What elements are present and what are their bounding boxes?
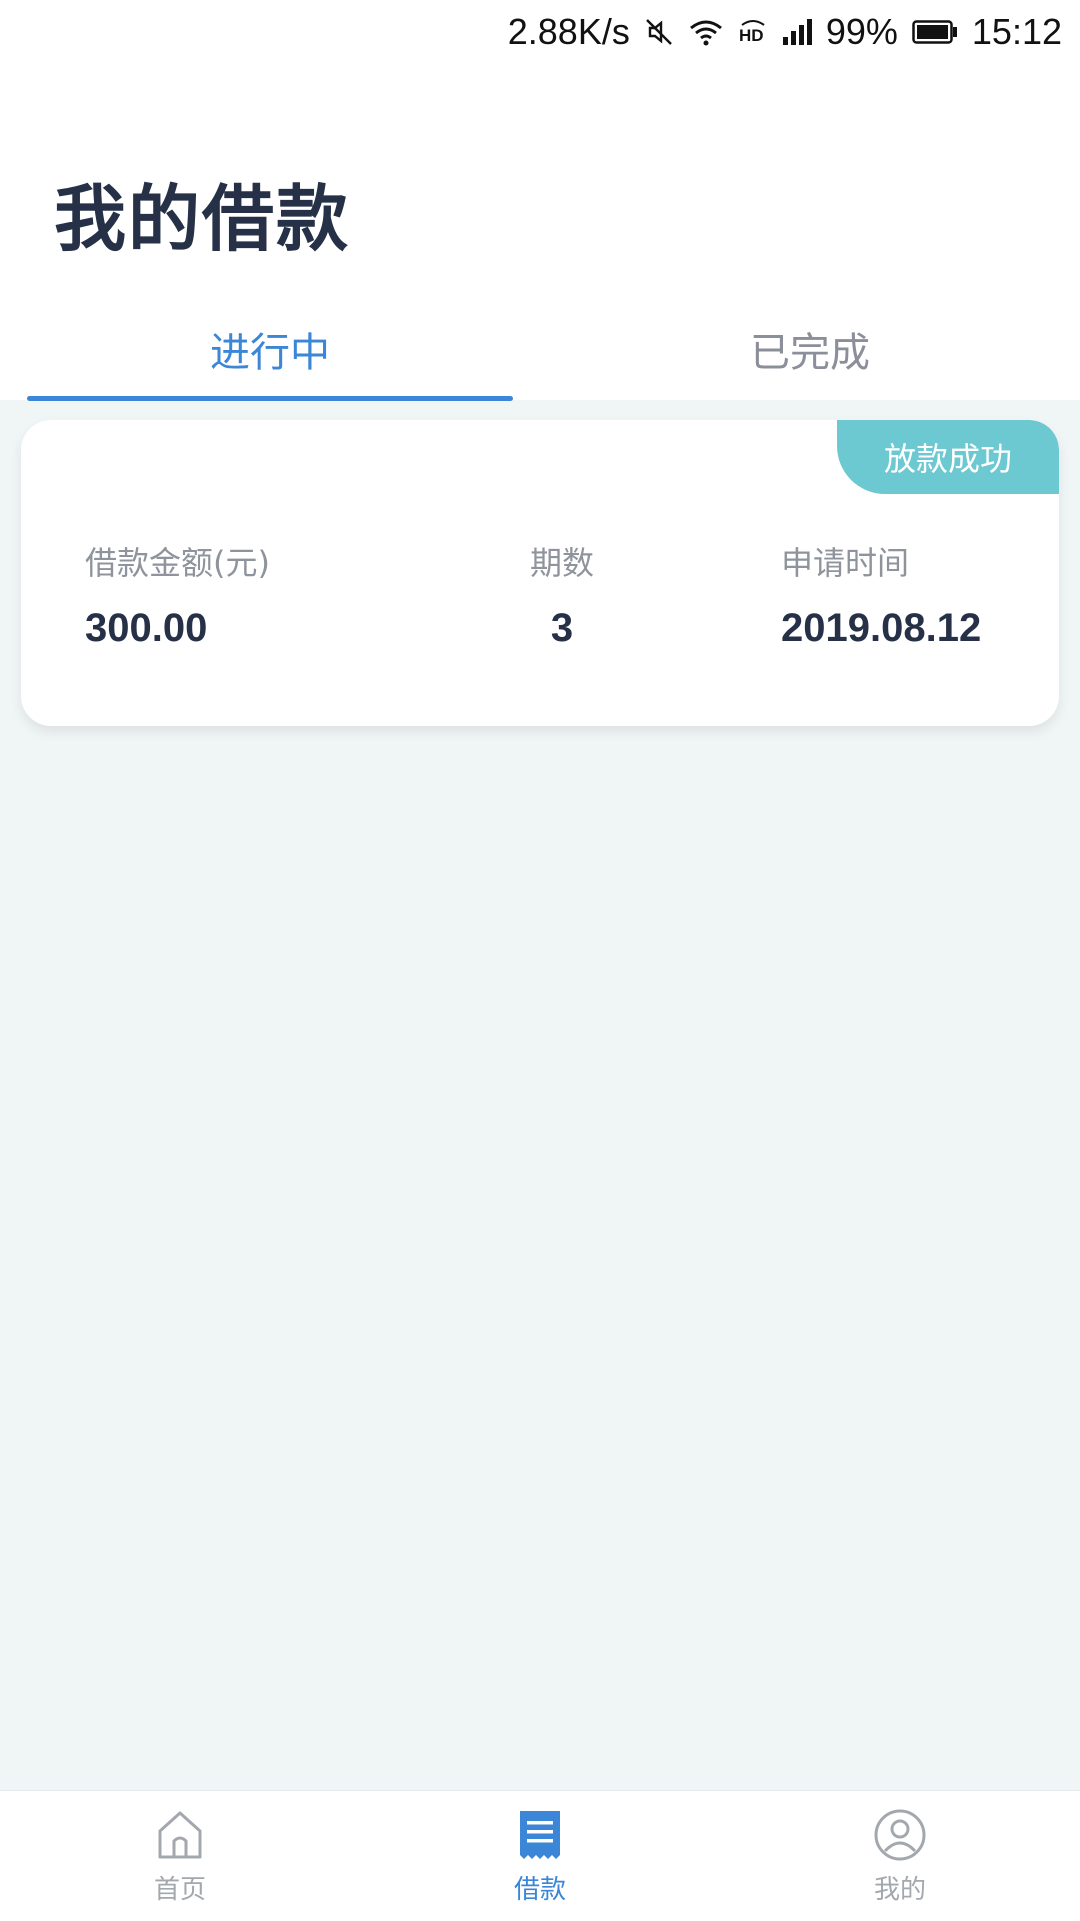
mute-icon [644,17,674,47]
net-speed: 2.88K/s [507,11,630,52]
status-bar: 2.88K/s HD 99% 15:12 [0,0,1080,64]
nav-home[interactable]: 首页 [0,1791,360,1921]
tab-label: 进行中 [210,330,330,376]
home-icon [152,1807,208,1863]
wifi-icon [688,17,724,47]
date-field: 申请时间 2019.08.12 [781,538,981,651]
loan-card[interactable]: 放款成功 借款金额(元) 300.00 期数 3 申请时间 2019.08.12 [21,420,1059,726]
clock: 15:12 [971,11,1062,52]
status-badge: 放款成功 [837,420,1059,494]
header: 我的借款 进行中 已完成 [0,64,1080,401]
signal-icon [782,17,812,47]
tab-in-progress[interactable]: 进行中 [0,304,540,401]
amount-field: 借款金额(元) 300.00 [85,538,270,651]
periods-field: 期数 3 [507,538,617,651]
nav-label: 首页 [153,1875,206,1905]
date-value: 2019.08.12 [781,606,982,650]
nav-label: 借款 [513,1875,566,1905]
svg-text:HD: HD [739,26,764,45]
amount-value: 300.00 [85,606,208,650]
loan-icon [512,1807,568,1863]
nav-loan[interactable]: 借款 [360,1791,720,1921]
nav-label: 我的 [873,1875,926,1905]
battery-percent: 99% [825,11,898,52]
periods-label: 期数 [529,544,594,582]
battery-icon [912,19,958,45]
profile-icon [872,1807,928,1863]
hd-icon: HD [738,17,768,47]
nav-profile[interactable]: 我的 [720,1791,1080,1921]
active-tab-indicator [27,396,513,401]
amount-label: 借款金额(元) [85,544,270,582]
tab-label: 已完成 [750,330,870,376]
page-title: 我的借款 [54,177,351,261]
bottom-nav: 首页 借款 我的 [0,1790,1080,1921]
date-label: 申请时间 [781,544,910,582]
tab-completed[interactable]: 已完成 [540,304,1080,400]
tab-bar: 进行中 已完成 [0,304,1080,401]
periods-value: 3 [550,606,574,650]
